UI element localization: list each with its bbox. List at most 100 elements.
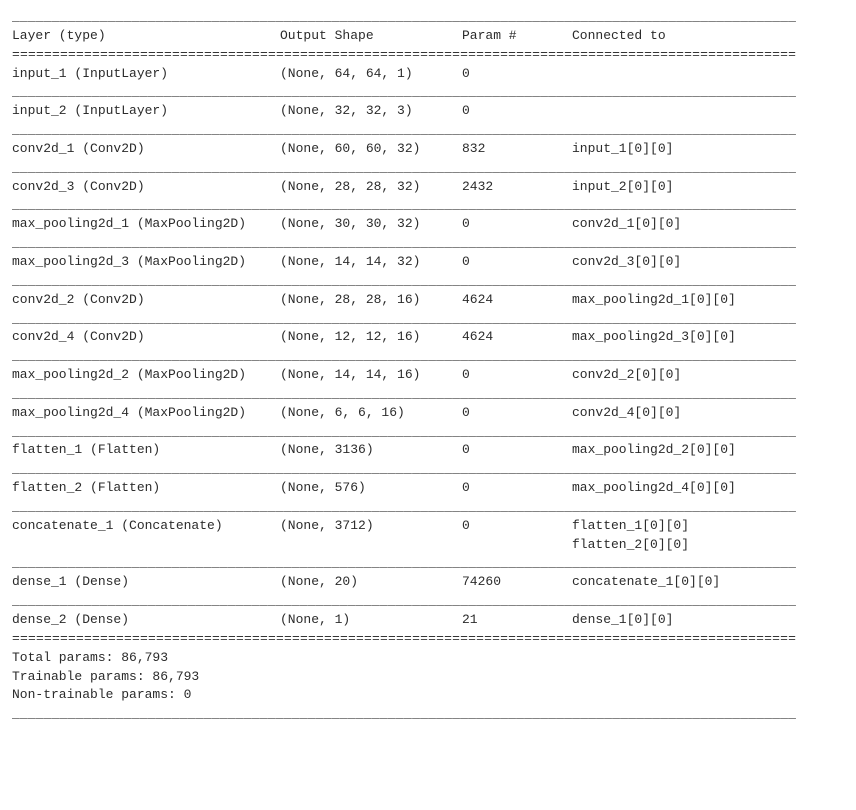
table-row: max_pooling2d_2 (MaxPooling2D)(None, 14,… xyxy=(12,366,844,385)
cell-layer: flatten_2 (Flatten) xyxy=(12,479,280,498)
cell-connected: conv2d_4[0][0] xyxy=(572,404,844,423)
cell-layer: dense_1 (Dense) xyxy=(12,573,280,592)
cell-connected: max_pooling2d_1[0][0] xyxy=(572,291,844,310)
cell-param: 0 xyxy=(462,441,572,460)
cell-param: 0 xyxy=(462,215,572,234)
cell-param: 21 xyxy=(462,611,572,630)
cell-param: 0 xyxy=(462,253,572,272)
cell-connected: input_1[0][0] xyxy=(572,140,844,159)
table-row: conv2d_2 (Conv2D)(None, 28, 28, 16)4624m… xyxy=(12,291,844,310)
cell-shape: (None, 60, 60, 32) xyxy=(280,140,462,159)
table-row: conv2d_3 (Conv2D)(None, 28, 28, 32)2432i… xyxy=(12,178,844,197)
cell-layer: input_2 (InputLayer) xyxy=(12,102,280,121)
separator-row: ________________________________________… xyxy=(12,121,844,140)
cell-layer: max_pooling2d_4 (MaxPooling2D) xyxy=(12,404,280,423)
summary-footer: Total params: 86,793 Trainable params: 8… xyxy=(12,649,844,706)
cell-layer: concatenate_1 (Concatenate) xyxy=(12,517,280,536)
cell-connected-extra: flatten_2[0][0] xyxy=(12,536,844,555)
rows-container: input_1 (InputLayer)(None, 64, 64, 1)0__… xyxy=(12,65,844,630)
table-row: dense_1 (Dense)(None, 20)74260concatenat… xyxy=(12,573,844,592)
table-row: conv2d_4 (Conv2D)(None, 12, 12, 16)4624m… xyxy=(12,328,844,347)
cell-param: 832 xyxy=(462,140,572,159)
cell-layer: dense_2 (Dense) xyxy=(12,611,280,630)
cell-layer: conv2d_3 (Conv2D) xyxy=(12,178,280,197)
separator-row: ________________________________________… xyxy=(12,347,844,366)
cell-connected: max_pooling2d_4[0][0] xyxy=(572,479,844,498)
cell-layer: flatten_1 (Flatten) xyxy=(12,441,280,460)
header-shape: Output Shape xyxy=(280,27,462,46)
separator-row: ________________________________________… xyxy=(12,423,844,442)
cell-connected: flatten_1[0][0] xyxy=(572,517,844,536)
cell-layer: conv2d_4 (Conv2D) xyxy=(12,328,280,347)
cell-shape: (None, 64, 64, 1) xyxy=(280,65,462,84)
cell-param: 0 xyxy=(462,366,572,385)
separator-row: ________________________________________… xyxy=(12,272,844,291)
cell-connected: conv2d_1[0][0] xyxy=(572,215,844,234)
cell-layer: input_1 (InputLayer) xyxy=(12,65,280,84)
cell-shape: (None, 30, 30, 32) xyxy=(280,215,462,234)
total-params: Total params: 86,793 xyxy=(12,649,844,668)
table-row: max_pooling2d_1 (MaxPooling2D)(None, 30,… xyxy=(12,215,844,234)
cell-layer: conv2d_2 (Conv2D) xyxy=(12,291,280,310)
separator-row: ________________________________________… xyxy=(12,83,844,102)
cell-shape: (None, 32, 32, 3) xyxy=(280,102,462,121)
cell-connected: input_2[0][0] xyxy=(572,178,844,197)
table-row: flatten_2 (Flatten)(None, 576)0max_pooli… xyxy=(12,479,844,498)
cell-layer: max_pooling2d_2 (MaxPooling2D) xyxy=(12,366,280,385)
header-param: Param # xyxy=(462,27,572,46)
cell-shape: (None, 6, 6, 16) xyxy=(280,404,462,423)
cell-param: 4624 xyxy=(462,291,572,310)
separator-row: ________________________________________… xyxy=(12,159,844,178)
separator-row: ________________________________________… xyxy=(12,592,844,611)
separator-row: ________________________________________… xyxy=(12,460,844,479)
header-layer: Layer (type) xyxy=(12,27,280,46)
cell-param: 0 xyxy=(462,517,572,536)
cell-connected: max_pooling2d_3[0][0] xyxy=(572,328,844,347)
separator-row: ________________________________________… xyxy=(12,554,844,573)
table-row: dense_2 (Dense)(None, 1)21dense_1[0][0] xyxy=(12,611,844,630)
cell-layer: max_pooling2d_3 (MaxPooling2D) xyxy=(12,253,280,272)
cell-shape: (None, 1) xyxy=(280,611,462,630)
cell-param: 0 xyxy=(462,404,572,423)
cell-layer: conv2d_1 (Conv2D) xyxy=(12,140,280,159)
cell-connected xyxy=(572,102,844,121)
cell-shape: (None, 28, 28, 32) xyxy=(280,178,462,197)
nontrainable-params: Non-trainable params: 0 xyxy=(12,686,844,705)
cell-connected: dense_1[0][0] xyxy=(572,611,844,630)
cell-param: 0 xyxy=(462,479,572,498)
cell-connected xyxy=(572,65,844,84)
table-row: max_pooling2d_4 (MaxPooling2D)(None, 6, … xyxy=(12,404,844,423)
table-row: max_pooling2d_3 (MaxPooling2D)(None, 14,… xyxy=(12,253,844,272)
cell-connected: conv2d_3[0][0] xyxy=(572,253,844,272)
cell-shape: (None, 14, 14, 32) xyxy=(280,253,462,272)
separator-row: ________________________________________… xyxy=(12,196,844,215)
cell-connected: conv2d_2[0][0] xyxy=(572,366,844,385)
table-row: input_2 (InputLayer)(None, 32, 32, 3)0 xyxy=(12,102,844,121)
table-row: concatenate_1 (Concatenate)(None, 3712)0… xyxy=(12,517,844,536)
cell-shape: (None, 12, 12, 16) xyxy=(280,328,462,347)
cell-layer: max_pooling2d_1 (MaxPooling2D) xyxy=(12,215,280,234)
separator-double: ========================================… xyxy=(12,46,844,65)
header-row: Layer (type) Output Shape Param # Connec… xyxy=(12,27,844,46)
cell-param: 4624 xyxy=(462,328,572,347)
separator-row: ________________________________________… xyxy=(12,385,844,404)
model-summary: ________________________________________… xyxy=(12,8,844,724)
separator-final: ________________________________________… xyxy=(12,705,844,724)
separator-row: ________________________________________… xyxy=(12,234,844,253)
cell-shape: (None, 3712) xyxy=(280,517,462,536)
table-row: flatten_1 (Flatten)(None, 3136)0max_pool… xyxy=(12,441,844,460)
separator-bottom-double: ========================================… xyxy=(12,630,844,649)
table-row: conv2d_1 (Conv2D)(None, 60, 60, 32)832in… xyxy=(12,140,844,159)
header-connected: Connected to xyxy=(572,27,844,46)
separator-top: ________________________________________… xyxy=(12,8,844,27)
cell-shape: (None, 14, 14, 16) xyxy=(280,366,462,385)
table-row: input_1 (InputLayer)(None, 64, 64, 1)0 xyxy=(12,65,844,84)
trainable-params: Trainable params: 86,793 xyxy=(12,668,844,687)
cell-shape: (None, 28, 28, 16) xyxy=(280,291,462,310)
separator-row: ________________________________________… xyxy=(12,310,844,329)
cell-shape: (None, 20) xyxy=(280,573,462,592)
cell-param: 74260 xyxy=(462,573,572,592)
cell-shape: (None, 576) xyxy=(280,479,462,498)
cell-connected: concatenate_1[0][0] xyxy=(572,573,844,592)
cell-param: 0 xyxy=(462,102,572,121)
